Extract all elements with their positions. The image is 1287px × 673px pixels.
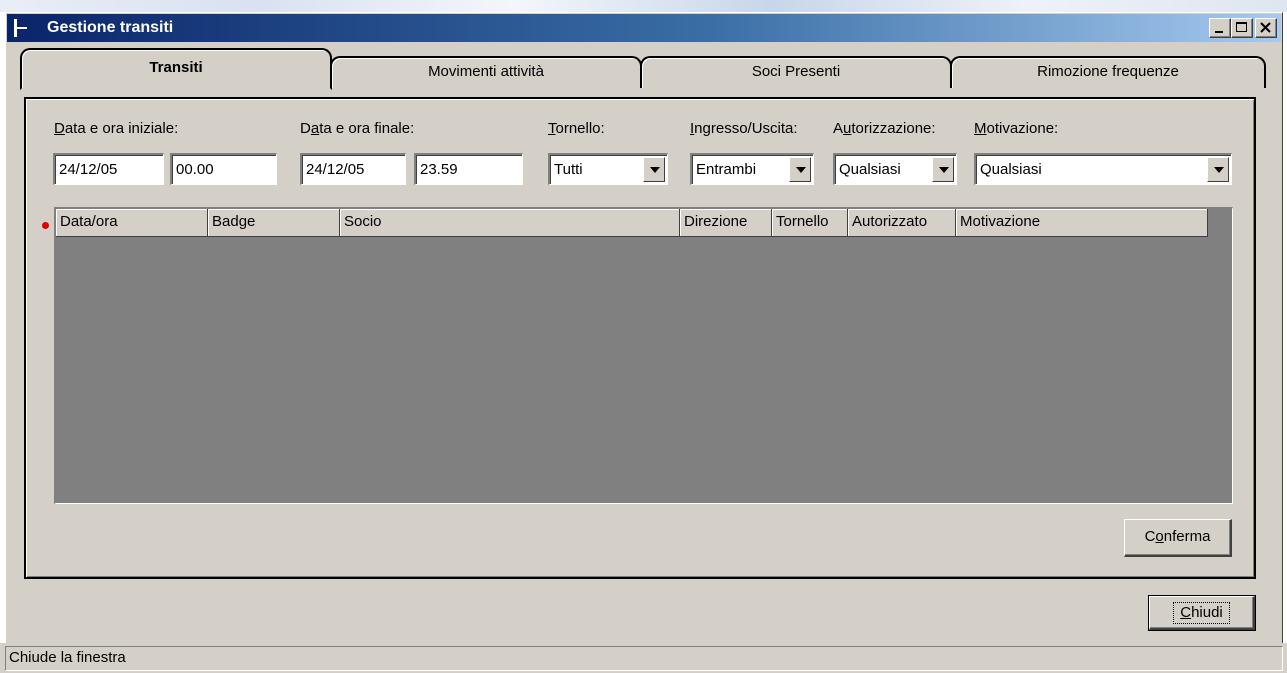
- column-header-socio[interactable]: Socio: [340, 209, 680, 237]
- tab-transiti[interactable]: Transiti: [20, 48, 332, 90]
- maximize-icon: [1236, 22, 1247, 32]
- chevron-down-icon[interactable]: [932, 157, 954, 182]
- end-time-input[interactable]: 23.59: [414, 153, 523, 185]
- desktop-background: [0, 0, 1287, 12]
- chevron-down-icon[interactable]: [789, 157, 811, 182]
- start-time-input[interactable]: 00.00: [170, 153, 277, 185]
- chevron-down-icon[interactable]: [1207, 157, 1229, 182]
- reason-select[interactable]: Qualsiasi: [974, 153, 1232, 185]
- label-end-datetime: Data e ora finale:: [300, 120, 415, 137]
- close-button[interactable]: Chiudi: [1148, 595, 1256, 631]
- confirm-button-label: Conferma: [1144, 528, 1211, 545]
- start-date-input[interactable]: 24/12/05: [53, 153, 164, 185]
- app-icon[interactable]: [11, 18, 31, 38]
- tab-movimenti-attivita[interactable]: Movimenti attività: [330, 56, 642, 88]
- column-header-direzione[interactable]: Direzione: [680, 209, 772, 237]
- transits-grid[interactable]: Data/ora Badge Socio Direzione Tornello …: [54, 207, 1233, 504]
- label-turnstile: Tornello:: [548, 120, 605, 137]
- maximize-button[interactable]: [1231, 18, 1253, 38]
- turnstile-select[interactable]: Tutti: [548, 153, 668, 185]
- tab-soci-presenti[interactable]: Soci Presenti: [640, 56, 952, 88]
- tab-strip: Transiti Movimenti attività Soci Present…: [20, 48, 1276, 90]
- title-bar[interactable]: Gestione transiti: [7, 14, 1281, 42]
- grid-header: Data/ora Badge Socio Direzione Tornello …: [56, 209, 1208, 237]
- window-title: Gestione transiti: [47, 19, 174, 36]
- direction-select[interactable]: Entrambi: [690, 153, 814, 185]
- tab-rimozione-frequenze[interactable]: Rimozione frequenze: [950, 56, 1266, 88]
- authorization-select[interactable]: Qualsiasi: [833, 153, 957, 185]
- authorization-select-value: Qualsiasi: [839, 161, 901, 178]
- status-text: Chiude la finestra: [5, 646, 1283, 671]
- confirm-button[interactable]: Conferma: [1124, 519, 1232, 557]
- close-button-label: Chiudi: [1173, 602, 1230, 624]
- column-header-motivazione[interactable]: Motivazione: [956, 209, 1208, 237]
- end-date-input[interactable]: 24/12/05: [300, 153, 406, 185]
- column-header-data-ora[interactable]: Data/ora: [56, 209, 208, 237]
- status-bar: Chiude la finestra: [0, 643, 1287, 673]
- minimize-icon: [1215, 31, 1223, 33]
- close-window-button[interactable]: [1255, 18, 1277, 38]
- direction-select-value: Entrambi: [696, 161, 757, 178]
- label-reason: Motivazione:: [974, 120, 1059, 137]
- reason-select-value: Qualsiasi: [980, 161, 1042, 178]
- label-start-datetime: Data e ora iniziale:: [54, 120, 179, 137]
- column-header-autorizzato[interactable]: Autorizzato: [848, 209, 956, 237]
- label-direction: Ingresso/Uscita:: [690, 120, 798, 137]
- turnstile-select-value: Tutti: [554, 161, 583, 178]
- column-header-badge[interactable]: Badge: [208, 209, 340, 237]
- current-row-marker-icon: [42, 222, 49, 229]
- column-header-tornello[interactable]: Tornello: [772, 209, 848, 237]
- close-icon: [1260, 22, 1271, 33]
- label-authorization: Autorizzazione:: [833, 120, 936, 137]
- chevron-down-icon[interactable]: [643, 157, 665, 182]
- minimize-button[interactable]: [1209, 18, 1231, 38]
